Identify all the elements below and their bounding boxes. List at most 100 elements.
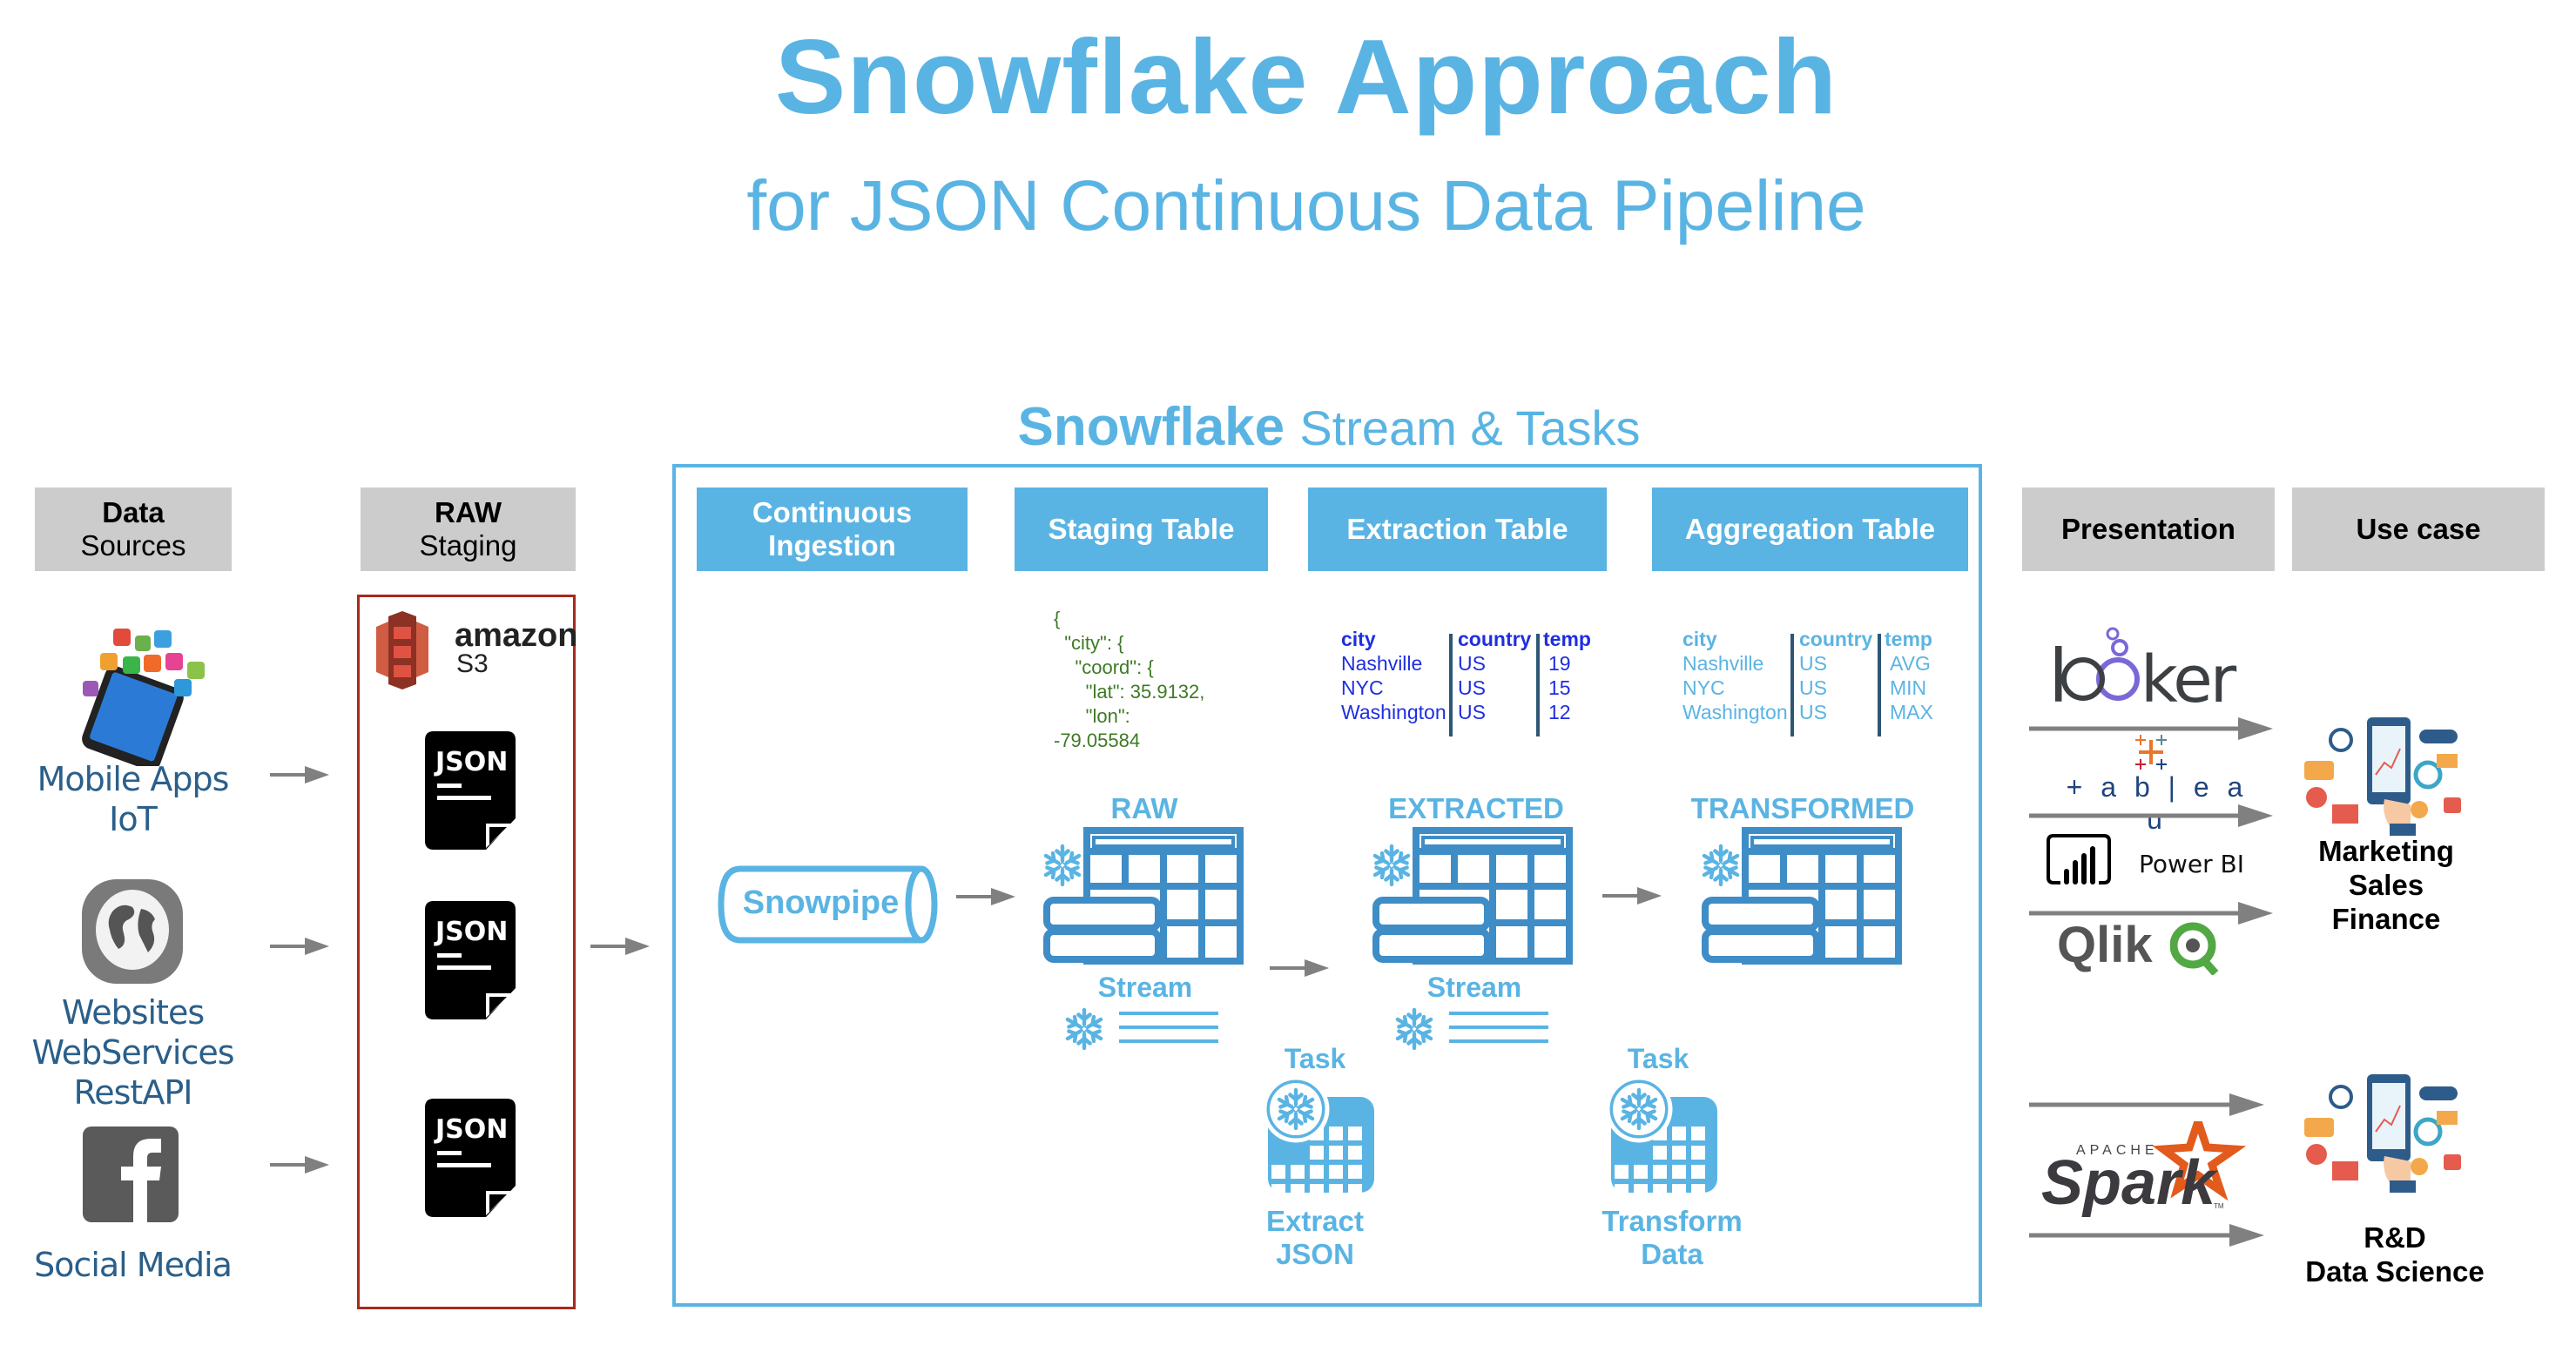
json-file-label: JSON xyxy=(435,917,509,947)
header-data-sources: Data Sources xyxy=(35,488,232,571)
aggregation-cell: AVG xyxy=(1890,652,1931,675)
snowflake-table-icon xyxy=(1367,825,1576,969)
task-label: Task xyxy=(1627,1043,1689,1074)
arrow-right-icon xyxy=(270,764,331,784)
aggregation-cell: Nashville xyxy=(1682,652,1764,675)
extraction-header-country: country xyxy=(1458,628,1532,650)
stream-icon xyxy=(1388,1001,1554,1058)
snowflake-heading-rest: Stream & Tasks xyxy=(1299,400,1641,455)
s3-brand: amazon xyxy=(455,617,578,654)
task-line: Extract xyxy=(1266,1205,1364,1237)
extraction-header-city: city xyxy=(1341,628,1376,650)
column-separator xyxy=(1536,634,1540,736)
svg-text:ker: ker xyxy=(2141,642,2237,712)
task-line: Data xyxy=(1641,1238,1703,1270)
task-transform-data-label: Transform Data xyxy=(1585,1205,1759,1271)
raw-table-label: RAW xyxy=(1110,792,1178,824)
header-data-sources-line2: Sources xyxy=(80,529,186,562)
svg-text:Spark: Spark xyxy=(2041,1148,2219,1217)
stream-label: Stream xyxy=(1097,972,1193,1003)
header-raw-staging: RAW Staging xyxy=(361,488,576,571)
globe-icon xyxy=(80,878,185,985)
aggregation-col-country: country US US US xyxy=(1799,627,1872,724)
extraction-col-city: city Nashville NYC Washington xyxy=(1341,627,1446,724)
mobile-apps-icon xyxy=(65,618,222,771)
source-websites-line2: WebServices xyxy=(31,1033,234,1072)
extraction-cell: Nashville xyxy=(1341,652,1423,675)
aggregation-header-city: city xyxy=(1682,628,1717,650)
arrow-right-icon xyxy=(270,936,331,955)
aggregation-header-temp: temp xyxy=(1885,628,1932,650)
json-sample: { "city": { "coord": { "lat": 35.9132, "… xyxy=(1054,608,1205,751)
arrow-right-icon xyxy=(2029,900,2273,925)
source-mobile-line1: Mobile Apps xyxy=(37,760,230,798)
arrow-right-icon xyxy=(2029,1092,2264,1116)
aggregation-cell: MIN xyxy=(1890,676,1927,699)
facebook-icon xyxy=(83,1127,179,1222)
business-analytics-illustration xyxy=(2297,714,2471,840)
header-raw-staging-line1: RAW xyxy=(435,496,502,528)
arrow-right-icon xyxy=(2029,716,2273,740)
arrow-right-icon xyxy=(590,936,651,955)
snowpipe-label: Snowpipe xyxy=(742,884,900,921)
json-file-label: JSON xyxy=(435,747,509,777)
snowflake-section-heading: Snowflake Stream & Tasks xyxy=(672,396,1986,458)
task-extract-json-label: Extract JSON xyxy=(1228,1205,1402,1271)
extraction-cell: US xyxy=(1458,676,1486,699)
s3-product: S3 xyxy=(456,649,489,678)
extraction-col-country: country US US US xyxy=(1458,627,1531,724)
use-case-business: Marketing Sales Finance xyxy=(2282,834,2491,936)
column-separator xyxy=(1790,634,1794,736)
power-bi-icon xyxy=(2047,834,2116,886)
extraction-table-preview: city Nashville NYC Washington country US… xyxy=(1341,627,1620,740)
column-separator xyxy=(1449,634,1453,736)
transformed-table-label: TRANSFORMED xyxy=(1690,792,1915,824)
task-label: Task xyxy=(1284,1043,1346,1074)
business-analytics-illustration xyxy=(2297,1071,2471,1197)
snowflake-heading-bold: Snowflake xyxy=(1017,397,1285,457)
header-data-sources-line1: Data xyxy=(102,496,165,528)
extracted-table-label: EXTRACTED xyxy=(1388,792,1564,824)
qlik-q-icon xyxy=(2169,921,2221,976)
stream-label: Stream xyxy=(1426,972,1522,1003)
use-case-line: Data Science xyxy=(2305,1255,2485,1288)
source-label-social: Social Media xyxy=(34,1246,233,1284)
amazon-s3-icon xyxy=(376,611,428,689)
extraction-cell: 19 xyxy=(1548,652,1571,675)
aggregation-cell: US xyxy=(1799,676,1827,699)
header-continuous-ingestion: Continuous Ingestion xyxy=(697,488,968,571)
header-continuous-ingestion-line2: Ingestion xyxy=(768,529,896,562)
extraction-col-temp: temp 19 15 12 xyxy=(1543,627,1591,724)
use-case-line: Finance xyxy=(2331,903,2441,935)
header-continuous-ingestion-line1: Continuous xyxy=(752,496,913,528)
header-raw-staging-line2: Staging xyxy=(419,529,517,562)
extraction-cell: 12 xyxy=(1548,701,1571,723)
apache-spark-logo: APACHE Spark TM xyxy=(2041,1108,2250,1218)
extraction-cell: NYC xyxy=(1341,676,1384,699)
aggregation-cell: NYC xyxy=(1682,676,1725,699)
use-case-line: Marketing xyxy=(2318,835,2454,867)
extraction-cell: 15 xyxy=(1548,676,1571,699)
page-title: Snowflake Approach xyxy=(774,17,1838,136)
header-presentation: Presentation xyxy=(2022,488,2275,571)
source-websites-line1: Websites xyxy=(61,993,205,1032)
snowflake-table-icon xyxy=(1696,825,1905,969)
arrow-right-icon xyxy=(1270,958,1331,977)
json-file-label: JSON xyxy=(435,1114,509,1145)
task-icon xyxy=(1604,1074,1726,1200)
extraction-cell: Washington xyxy=(1341,701,1446,723)
svg-text:TM: TM xyxy=(2214,1202,2224,1210)
source-label-mobile: Mobile Apps IoT xyxy=(17,759,248,839)
use-case-line: R&D xyxy=(2364,1221,2426,1254)
extraction-cell: US xyxy=(1458,701,1486,723)
source-label-websites: Websites WebServices RestAPI xyxy=(17,992,248,1113)
arrow-right-icon xyxy=(1602,885,1663,905)
aggregation-col-city: city Nashville NYC Washington xyxy=(1682,627,1788,724)
extraction-cell: US xyxy=(1458,652,1486,675)
power-bi-label: Power BI xyxy=(2139,850,2245,878)
aggregation-cell: US xyxy=(1799,652,1827,675)
header-staging-table: Staging Table xyxy=(1015,488,1268,571)
extraction-header-temp: temp xyxy=(1543,628,1591,650)
use-case-line: Sales xyxy=(2348,869,2424,901)
aggregation-cell: US xyxy=(1799,701,1827,723)
